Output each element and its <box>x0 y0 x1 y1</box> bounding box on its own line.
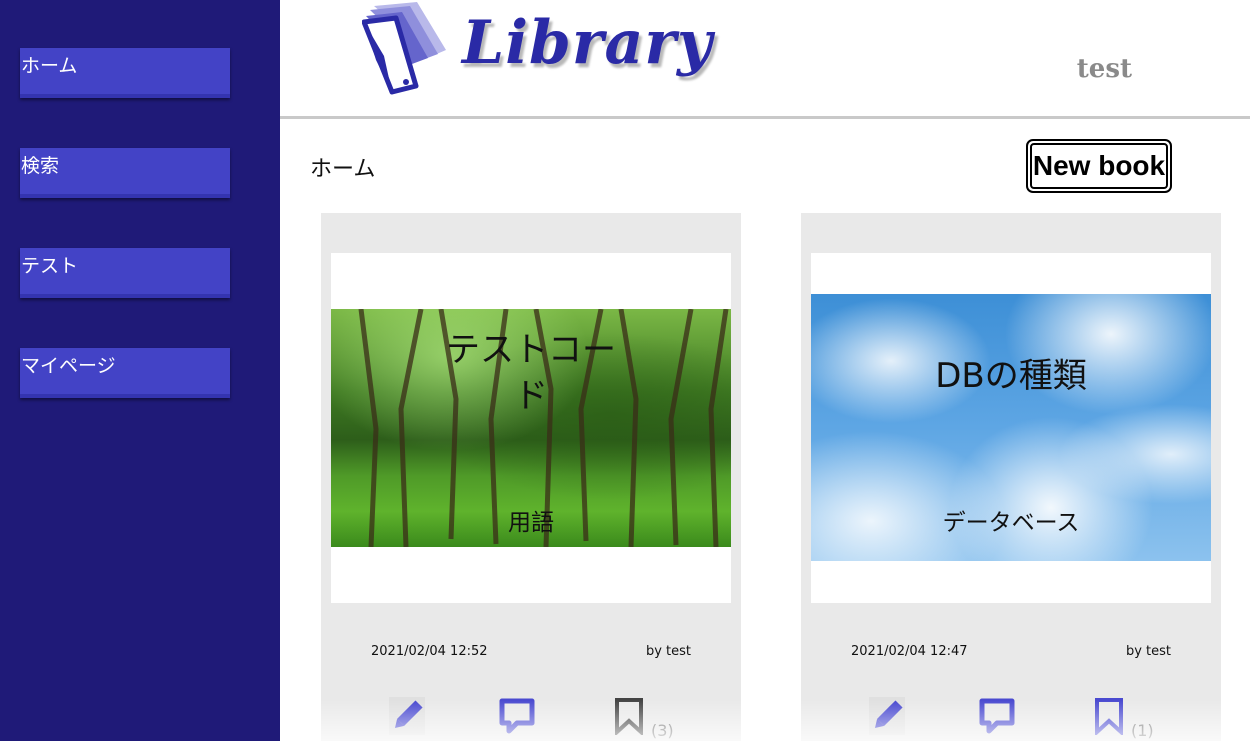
bookmark-count: (3) <box>651 721 674 740</box>
book-subtitle: 用語 <box>508 510 554 536</box>
book-logo-icon <box>362 2 446 95</box>
book-subtitle: データベース <box>942 510 1080 536</box>
card-actions: (1) <box>801 697 1221 740</box>
pencil-icon[interactable] <box>869 697 905 735</box>
bookmark-icon[interactable] <box>1091 697 1127 737</box>
library-logo[interactable]: Library <box>362 0 712 100</box>
username[interactable]: test <box>1077 54 1132 84</box>
sidebar-item-label: テスト <box>21 255 79 277</box>
sidebar-item-search[interactable]: 検索 <box>20 148 230 198</box>
bookmark-count: (1) <box>1131 721 1154 740</box>
new-book-button[interactable]: New book <box>1026 139 1172 193</box>
comment-icon[interactable] <box>979 697 1015 735</box>
logo-text: Library <box>462 8 713 78</box>
card-actions: (3) <box>321 697 741 740</box>
book-title: テストコード <box>446 330 616 416</box>
bookmark-icon[interactable] <box>611 697 647 737</box>
sidebar: ホーム 検索 テスト マイページ <box>0 0 280 741</box>
book-author: by test <box>645 644 691 659</box>
header-divider <box>280 116 1250 119</box>
book-date: 2021/02/04 12:47 <box>851 644 968 659</box>
book-card[interactable]: DBの種類 データベース 2021/02/04 12:47 by test (1… <box>801 213 1221 741</box>
book-author: by test <box>1125 644 1171 659</box>
book-cover-area: DBの種類 データベース <box>811 253 1211 603</box>
pencil-icon[interactable] <box>389 697 425 735</box>
sidebar-item-label: ホーム <box>21 55 78 77</box>
sidebar-item-mypage[interactable]: マイページ <box>20 348 230 398</box>
book-card[interactable]: テストコード 用語 2021/02/04 12:52 by test (3) <box>321 213 741 741</box>
comment-icon[interactable] <box>499 697 535 735</box>
sidebar-item-home[interactable]: ホーム <box>20 48 230 98</box>
book-cover-area: テストコード 用語 <box>331 253 731 603</box>
sidebar-item-test[interactable]: テスト <box>20 248 230 298</box>
book-date: 2021/02/04 12:52 <box>371 644 488 659</box>
book-title: DBの種類 <box>935 356 1087 396</box>
header: Library test <box>280 0 1250 117</box>
page-title: ホーム <box>310 157 376 182</box>
new-book-label: New book <box>1030 143 1168 189</box>
sidebar-item-label: 検索 <box>21 155 60 177</box>
sidebar-item-label: マイページ <box>21 355 116 377</box>
